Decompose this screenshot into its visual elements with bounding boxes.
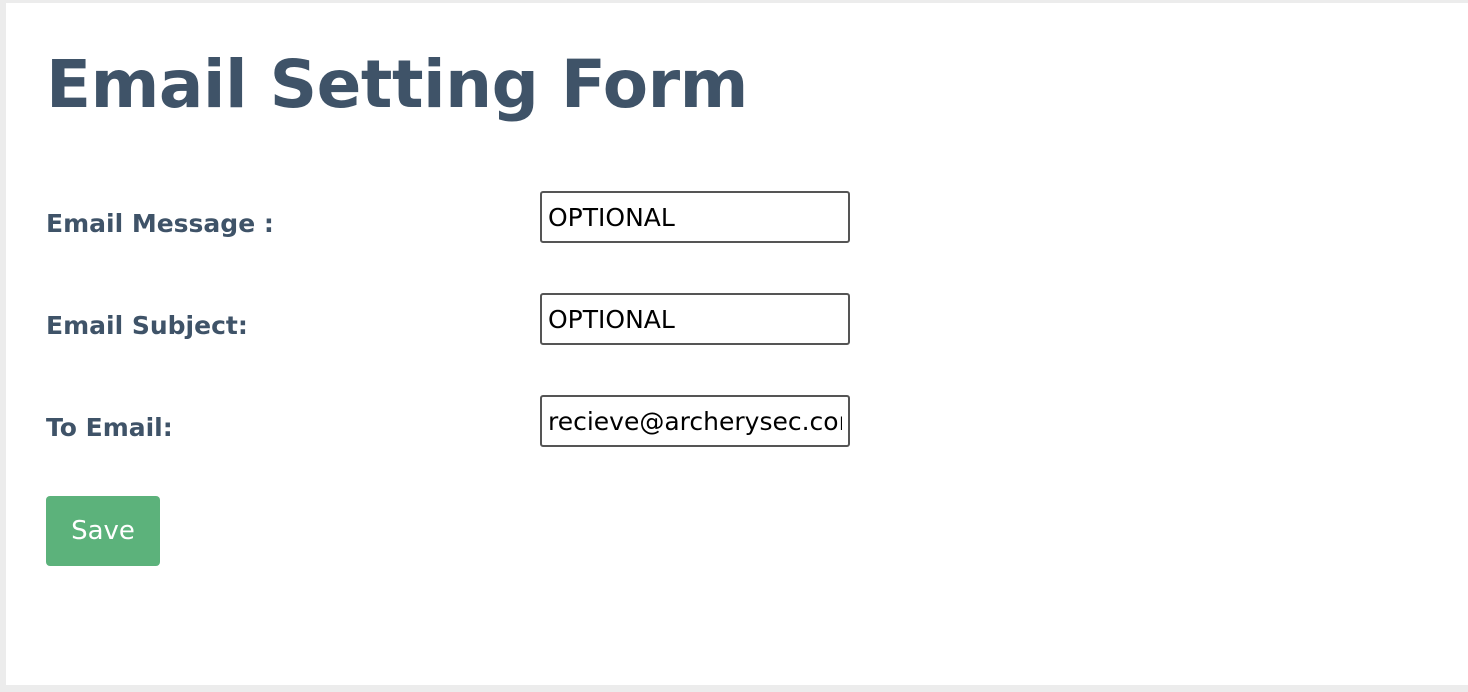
- to-email-label: To Email:: [46, 413, 173, 442]
- to-email-input[interactable]: [540, 395, 850, 447]
- email-message-label: Email Message :: [46, 209, 274, 238]
- email-settings-page: Email Setting Form Email Message : Email…: [6, 3, 1468, 685]
- email-subject-label: Email Subject:: [46, 311, 248, 340]
- email-message-row: Email Message :: [6, 191, 906, 245]
- email-subject-row: Email Subject:: [6, 293, 906, 347]
- email-subject-input[interactable]: [540, 293, 850, 345]
- save-button[interactable]: Save: [46, 496, 160, 566]
- to-email-row: To Email:: [6, 395, 906, 449]
- page-title: Email Setting Form: [46, 46, 748, 123]
- email-message-input[interactable]: [540, 191, 850, 243]
